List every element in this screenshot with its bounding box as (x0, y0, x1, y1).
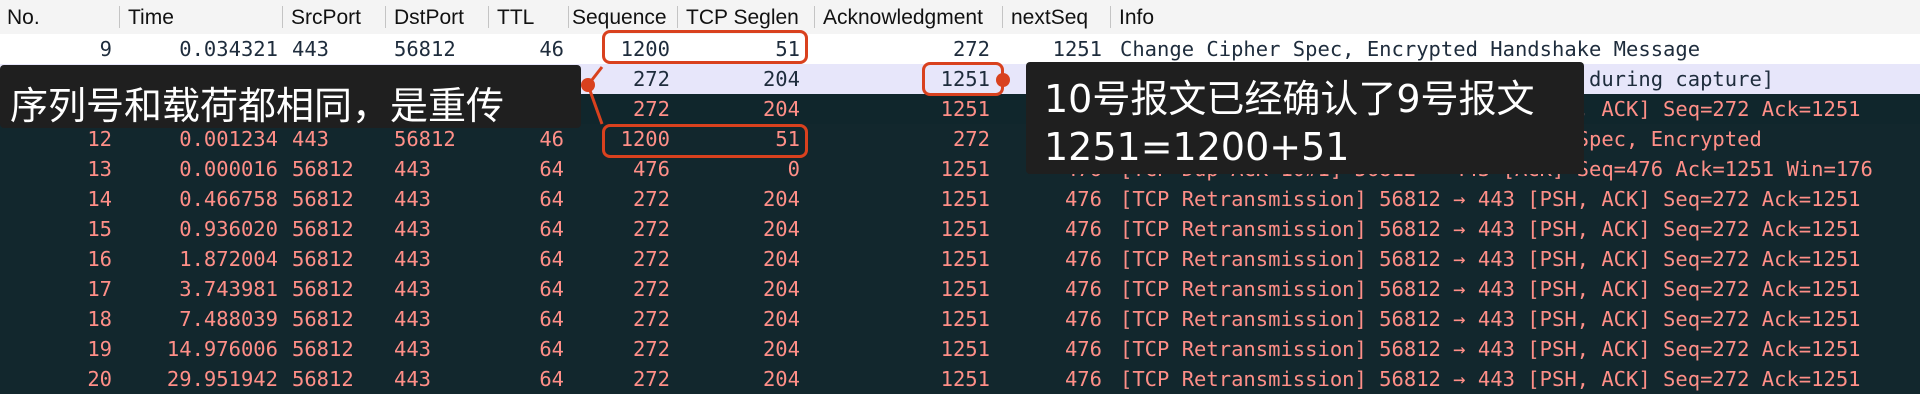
highlight-packet-12-seq-seglen (602, 124, 808, 158)
annotation-right-line2: 1251=1200+51 (1044, 125, 1350, 169)
annotation-right: 10号报文已经确认了9号报文 1251=1200+51 (1026, 62, 1584, 174)
annotation-left-text: 序列号和载荷都相同，是重传 (10, 84, 505, 128)
highlight-packet-10-ack (922, 62, 1004, 96)
annotation-pin-left (581, 78, 595, 92)
annotation-pin-right (996, 73, 1010, 87)
annotation-connectors (586, 66, 604, 125)
highlight-packet-9-seq-seglen (602, 30, 808, 64)
annotation-right-line1: 10号报文已经确认了9号报文 (1044, 77, 1535, 121)
annotation-left: 序列号和载荷都相同，是重传 (0, 65, 581, 128)
